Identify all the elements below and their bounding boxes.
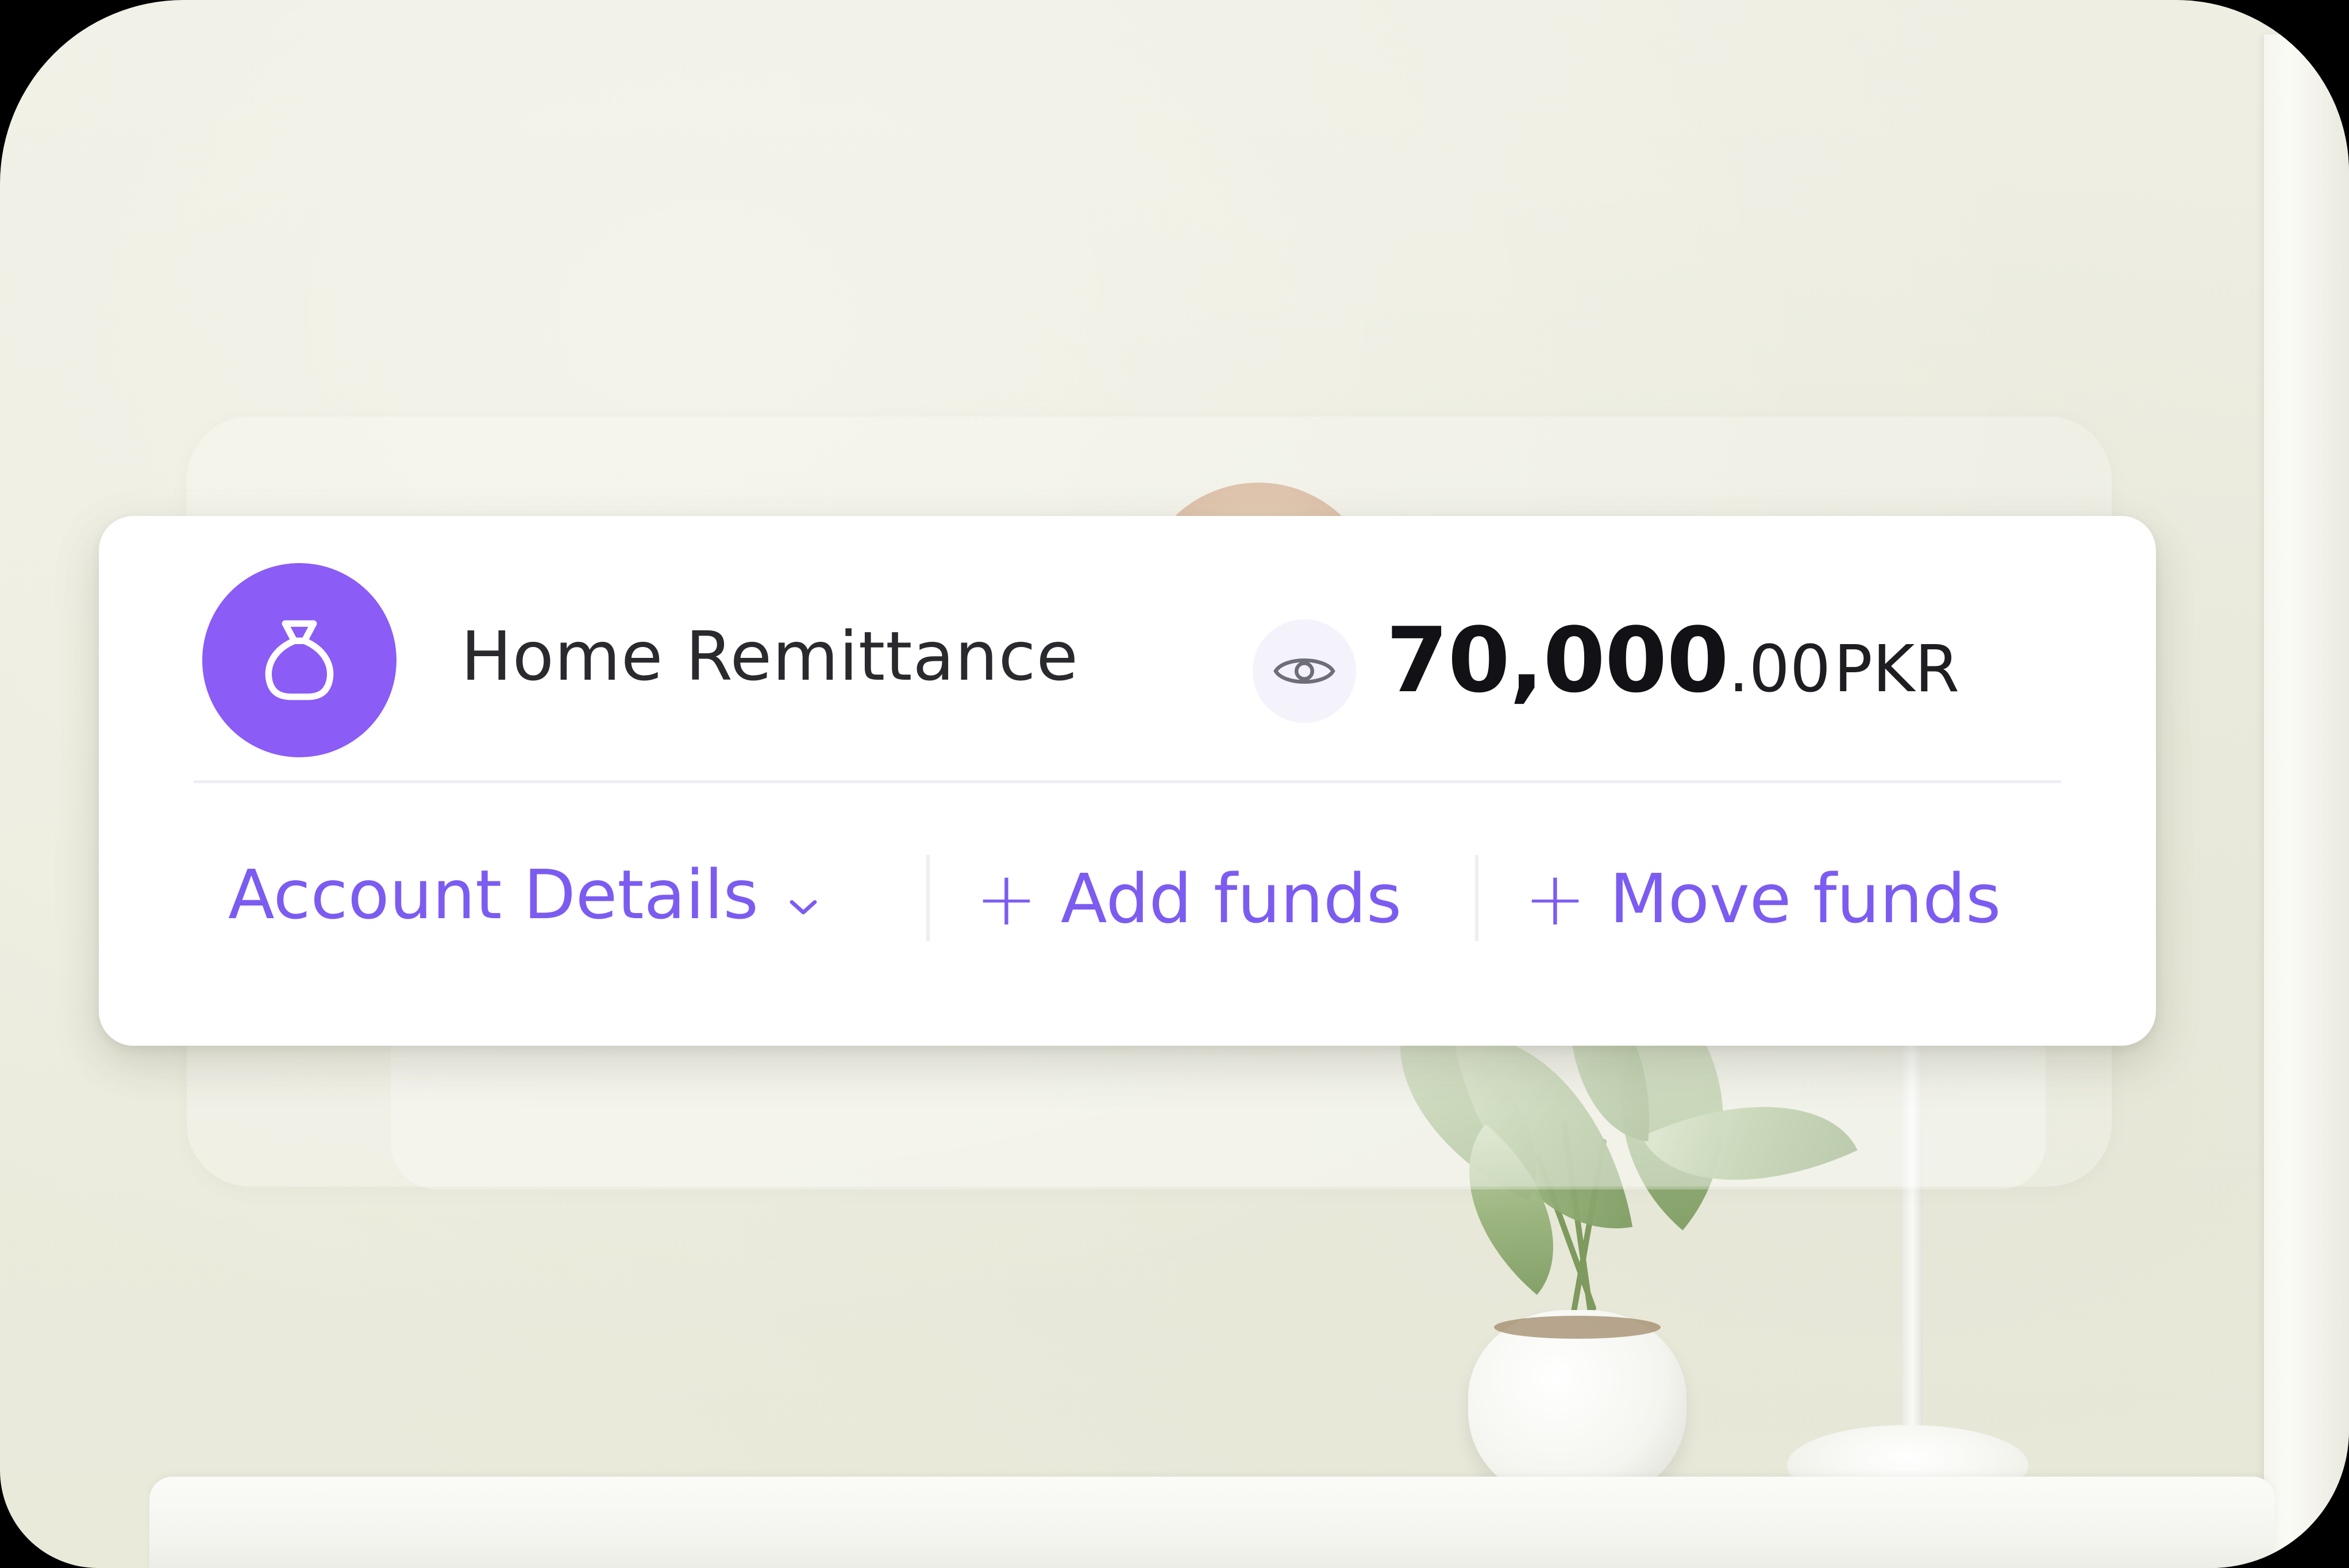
- pot-soil: [1494, 1316, 1661, 1339]
- plus-icon: +: [975, 855, 1038, 942]
- card-divider: [194, 780, 2061, 783]
- account-details-label: Account Details: [228, 855, 759, 934]
- account-details-button[interactable]: Account Details: [228, 855, 821, 934]
- shelf: [149, 1477, 2275, 1568]
- move-funds-label: Move funds: [1609, 859, 2001, 938]
- money-bag-icon: [265, 620, 334, 700]
- account-balance: 70,000.00 PKR: [1386, 608, 1959, 712]
- toggle-balance-visibility-button[interactable]: [1253, 619, 1356, 723]
- door-frame: [2264, 34, 2349, 1568]
- add-funds-label: Add funds: [1060, 859, 1402, 938]
- screenshot-frame: Home Remittance 70,000.00 PKR Account De…: [0, 0, 2349, 1568]
- action-separator: [926, 855, 930, 941]
- eye-icon: [1273, 658, 1335, 684]
- account-card: Home Remittance 70,000.00 PKR Account De…: [99, 516, 2156, 1046]
- action-separator: [1475, 855, 1478, 941]
- account-actions: Account Details + Add funds + Move funds: [99, 815, 2156, 987]
- balance-decimal: .00: [1728, 632, 1831, 707]
- balance-amount: 70,000: [1386, 608, 1729, 712]
- balance-currency: PKR: [1834, 632, 1960, 707]
- plant-pot: [1468, 1310, 1686, 1505]
- move-funds-button[interactable]: + Move funds: [1524, 855, 2001, 942]
- account-avatar: [202, 563, 396, 757]
- account-name: Home Remittance: [461, 617, 1079, 696]
- chevron-down-icon: [786, 855, 821, 934]
- add-funds-button[interactable]: + Add funds: [975, 855, 1401, 942]
- plus-icon: +: [1524, 855, 1586, 942]
